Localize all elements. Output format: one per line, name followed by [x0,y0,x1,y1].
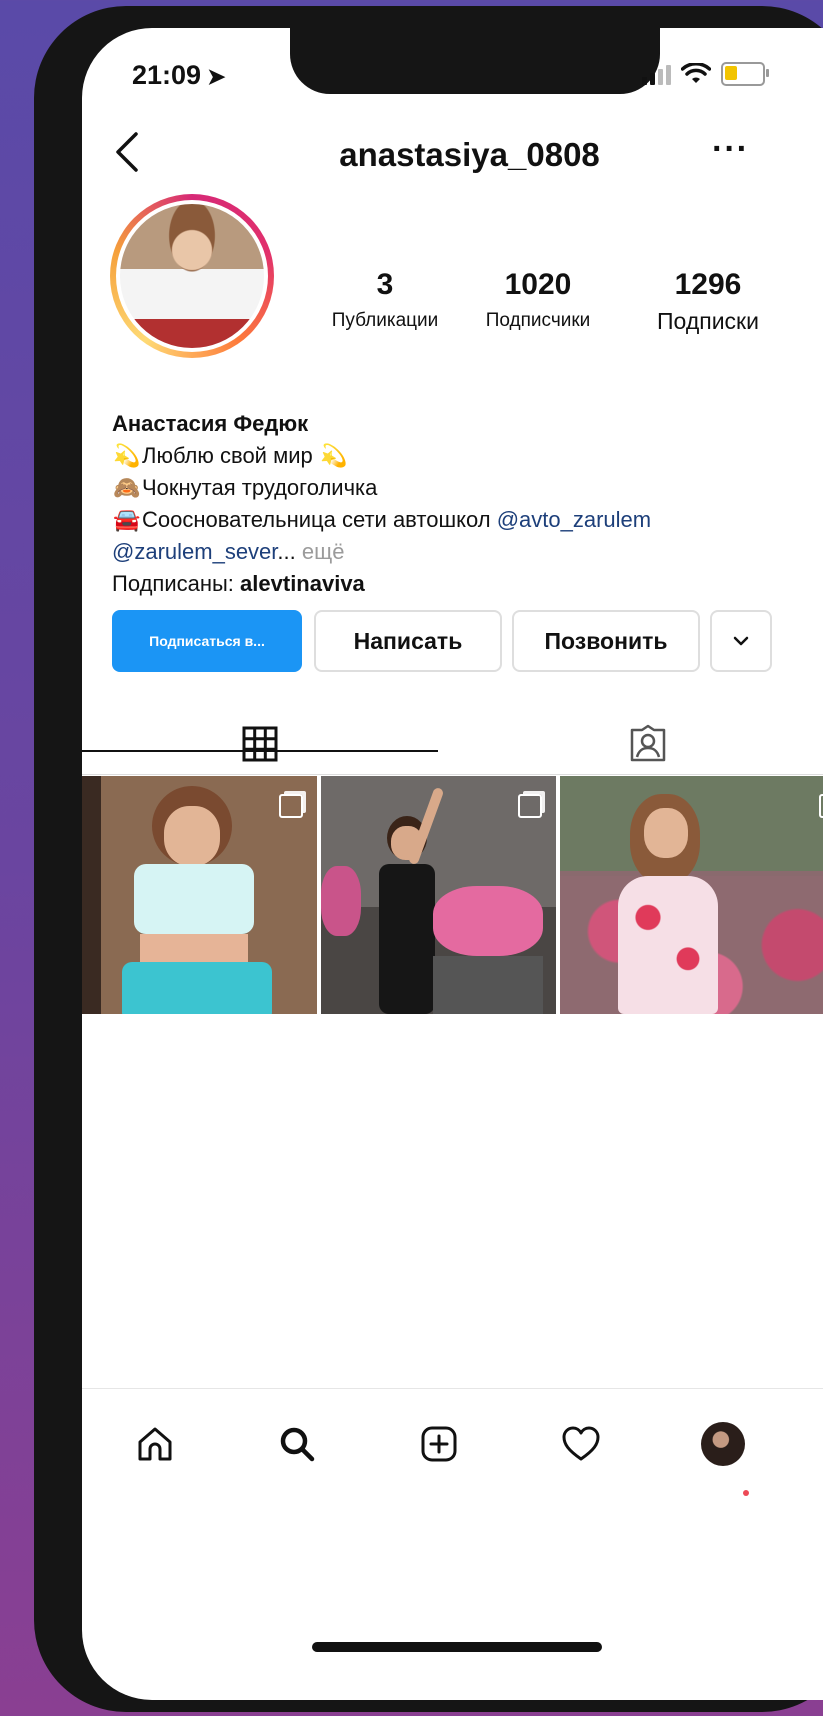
profile-tabs [82,708,823,780]
dizzy-icon: 💫 [320,443,348,468]
profile-username: anastasiya_0808 [339,136,600,173]
avatar [120,204,264,348]
bottom-tab-bar [82,1388,823,1509]
following-count: 1296 [674,268,742,301]
profile-avatar-thumbnail [701,1422,745,1466]
battery-icon [721,62,769,86]
notification-dot [743,1490,749,1496]
tab-tagged[interactable] [438,708,823,780]
followed-by-user: alevtinaviva [240,571,365,596]
call-button[interactable]: Позвонить [512,610,700,672]
add-post-icon [421,1426,457,1462]
monkey-icon: 🙈 [113,475,141,500]
avatar-story-ring[interactable] [110,194,274,358]
post-thumbnail[interactable] [321,776,556,1014]
carousel-icon [819,794,823,818]
posts-label: Публикации [331,310,439,331]
signal-icon [642,63,671,85]
new-post-tab[interactable] [412,1417,466,1471]
carousel-icon [279,794,303,818]
notch [290,28,660,94]
stat-posts[interactable]: 3 Публикации [312,268,458,332]
active-tab-indicator [82,750,438,752]
profile-tab[interactable] [696,1417,750,1471]
tab-grid[interactable] [82,708,438,780]
follow-button[interactable]: Подписаться в... [112,610,302,672]
more-options-button[interactable]: ··· [712,130,749,169]
stat-following[interactable]: 1296 Подписки [628,268,788,335]
bio-line-2: 🙈Чокнутая трудоголичка [112,472,823,504]
phone-frame: 21:09 ➤ anastasiya_0808 ··· 3 Публикации… [34,6,823,1712]
search-icon [280,1427,315,1462]
tagged-person-icon [630,724,665,762]
post-thumbnail[interactable] [82,776,317,1014]
grid-icon [242,726,278,762]
followers-label: Подписчики [485,310,591,331]
following-label: Подписки [657,308,759,334]
wifi-icon [681,63,711,83]
status-time-text: 21:09 [132,60,202,90]
profile-bio: Анастасия Федюк 💫Люблю свой мир 💫 🙈Чокну… [112,408,823,600]
mention-zarulem-sever[interactable]: @zarulem_sever [112,539,277,564]
home-indicator[interactable] [312,1642,602,1652]
post-thumbnail[interactable] [560,776,823,1014]
dizzy-icon: 💫 [113,443,141,468]
message-button[interactable]: Написать [314,610,502,672]
followers-count: 1020 [504,268,572,301]
home-icon [138,1427,172,1461]
mention-avto-zarulem[interactable]: @avto_zarulem [497,507,651,532]
car-icon: 🚘 [113,507,141,532]
followed-by[interactable]: Подписаны: alevtinaviva [112,568,823,600]
post-grid [82,776,823,1014]
home-tab[interactable] [128,1417,182,1471]
bio-line-4: @zarulem_sever... ещё [112,539,345,564]
status-icons [642,62,769,86]
suggestions-dropdown-button[interactable] [710,610,772,672]
full-name: Анастасия Федюк [112,411,309,436]
carousel-icon [518,794,542,818]
screen: 21:09 ➤ anastasiya_0808 ··· 3 Публикации… [82,28,823,1700]
chevron-down-icon [733,636,749,646]
heart-icon [562,1426,600,1461]
tabs-divider [82,774,823,775]
bio-line-3: 🚘Соосновательница сети автошкол @avto_za… [112,504,823,536]
stat-followers[interactable]: 1020 Подписчики [462,268,614,332]
posts-count: 3 [376,268,394,301]
location-arrow-icon: ➤ [207,64,226,89]
search-tab[interactable] [270,1417,324,1471]
status-time: 21:09 ➤ [132,60,226,91]
bio-line-1: 💫Люблю свой мир 💫 [112,440,823,472]
bio-more-link[interactable]: ещё [302,539,345,564]
activity-tab[interactable] [554,1417,608,1471]
